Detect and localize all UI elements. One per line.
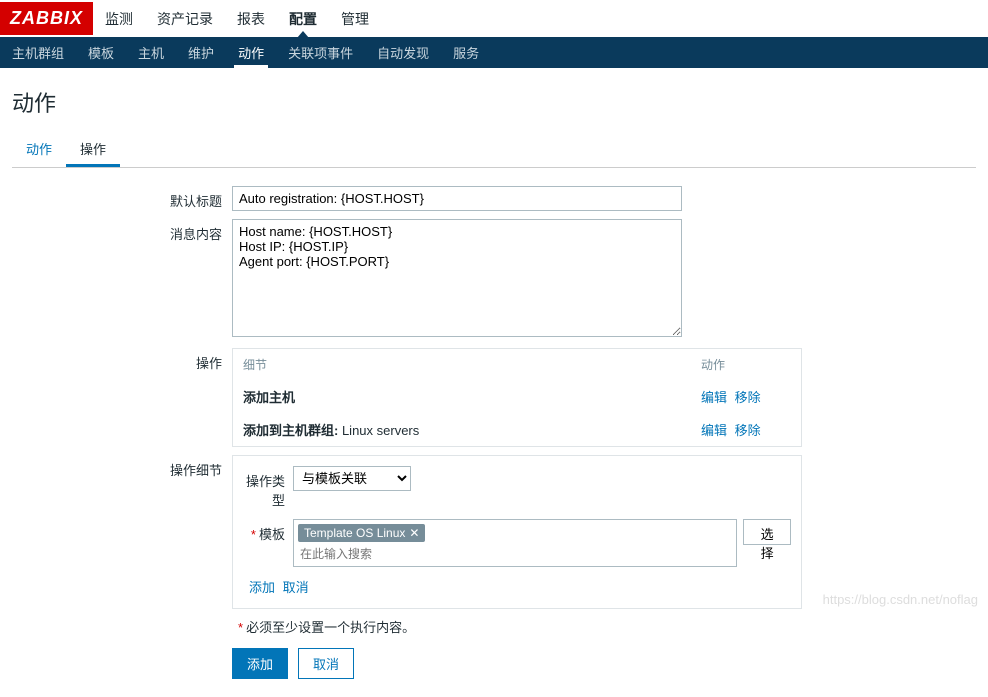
- label-ops: 操作: [12, 348, 232, 372]
- template-search-input[interactable]: [296, 544, 712, 564]
- input-default-subject[interactable]: [232, 186, 682, 211]
- subnav-discovery[interactable]: 自动发现: [365, 37, 441, 68]
- edit-link[interactable]: 编辑: [701, 423, 727, 438]
- template-multiselect[interactable]: Template OS Linux✕: [293, 519, 737, 567]
- select-button[interactable]: 选择: [743, 519, 791, 545]
- add-link[interactable]: 添加: [249, 580, 275, 595]
- ops-row: 添加到主机群组: Linux servers 编辑 移除: [233, 413, 801, 446]
- tab-action[interactable]: 动作: [12, 133, 66, 167]
- row-default-subject: 默认标题: [12, 186, 976, 211]
- subnav-templates[interactable]: 模板: [76, 37, 126, 68]
- label-default-subject: 默认标题: [12, 186, 232, 210]
- logo[interactable]: ZABBIX: [0, 2, 93, 35]
- ops-row: 添加主机 编辑 移除: [233, 380, 801, 413]
- label-optype: 操作类型: [243, 466, 293, 509]
- watermark: https://blog.csdn.net/noflag: [823, 592, 978, 607]
- required-mark: *: [251, 527, 256, 542]
- top-nav: ZABBIX 监测 资产记录 报表 配置 管理: [0, 0, 988, 37]
- detail-row-template: *模板 Template OS Linux✕ 选择: [243, 519, 791, 567]
- topnav-reports[interactable]: 报表: [225, 0, 277, 37]
- topnav-monitor[interactable]: 监测: [93, 0, 145, 37]
- ops-header-detail: 细节: [243, 356, 701, 373]
- ops-header-action: 动作: [701, 356, 791, 373]
- ops-row-detail: 添加到主机群组: Linux servers: [243, 420, 701, 439]
- label-op-detail: 操作细节: [12, 455, 232, 479]
- tabs: 动作 操作: [12, 133, 976, 168]
- required-mark: *: [238, 620, 243, 635]
- remove-link[interactable]: 移除: [735, 423, 761, 438]
- ops-row-action: 编辑 移除: [701, 420, 791, 439]
- row-message: 消息内容: [12, 219, 976, 340]
- row-ops: 操作 细节 动作 添加主机 编辑 移除 添加到主机群组: Linux serve…: [12, 348, 976, 447]
- subnav-correlation[interactable]: 关联项事件: [276, 37, 365, 68]
- detail-row-optype: 操作类型 与模板关联: [243, 466, 791, 509]
- ops-table: 细节 动作 添加主机 编辑 移除 添加到主机群组: Linux servers …: [232, 348, 802, 447]
- cancel-button[interactable]: 取消: [298, 648, 354, 679]
- cancel-link[interactable]: 取消: [283, 580, 309, 595]
- detail-buttons: 添加 取消: [249, 577, 791, 596]
- hint-row: *必须至少设置一个执行内容。: [238, 617, 802, 636]
- ops-row-action: 编辑 移除: [701, 387, 791, 406]
- sub-nav: 主机群组 模板 主机 维护 动作 关联项事件 自动发现 服务: [0, 37, 988, 68]
- ops-header: 细节 动作: [233, 349, 801, 380]
- subnav-services[interactable]: 服务: [441, 37, 491, 68]
- topnav-admin[interactable]: 管理: [329, 0, 381, 37]
- select-optype[interactable]: 与模板关联: [293, 466, 411, 491]
- label-message: 消息内容: [12, 219, 232, 243]
- subnav-actions[interactable]: 动作: [226, 37, 276, 68]
- page-title: 动作: [12, 86, 976, 118]
- textarea-message[interactable]: [232, 219, 682, 337]
- ops-row-detail: 添加主机: [243, 387, 701, 406]
- subnav-maintenance[interactable]: 维护: [176, 37, 226, 68]
- final-buttons: 添加 取消: [232, 648, 802, 679]
- topnav-inventory[interactable]: 资产记录: [145, 0, 225, 37]
- add-button[interactable]: 添加: [232, 648, 288, 679]
- topnav-config[interactable]: 配置: [277, 0, 329, 37]
- subnav-hosts[interactable]: 主机: [126, 37, 176, 68]
- detail-box: 操作类型 与模板关联 *模板 Template OS Linux✕: [232, 455, 802, 609]
- top-nav-items: 监测 资产记录 报表 配置 管理: [93, 0, 381, 37]
- label-template: *模板: [243, 519, 293, 543]
- tab-operations[interactable]: 操作: [66, 133, 120, 167]
- edit-link[interactable]: 编辑: [701, 390, 727, 405]
- row-op-detail: 操作细节 操作类型 与模板关联 *模板 Template OS Linux✕: [12, 455, 976, 679]
- template-tag: Template OS Linux✕: [298, 524, 425, 542]
- tag-remove-icon[interactable]: ✕: [409, 526, 419, 540]
- subnav-hostgroups[interactable]: 主机群组: [0, 37, 76, 68]
- remove-link[interactable]: 移除: [735, 390, 761, 405]
